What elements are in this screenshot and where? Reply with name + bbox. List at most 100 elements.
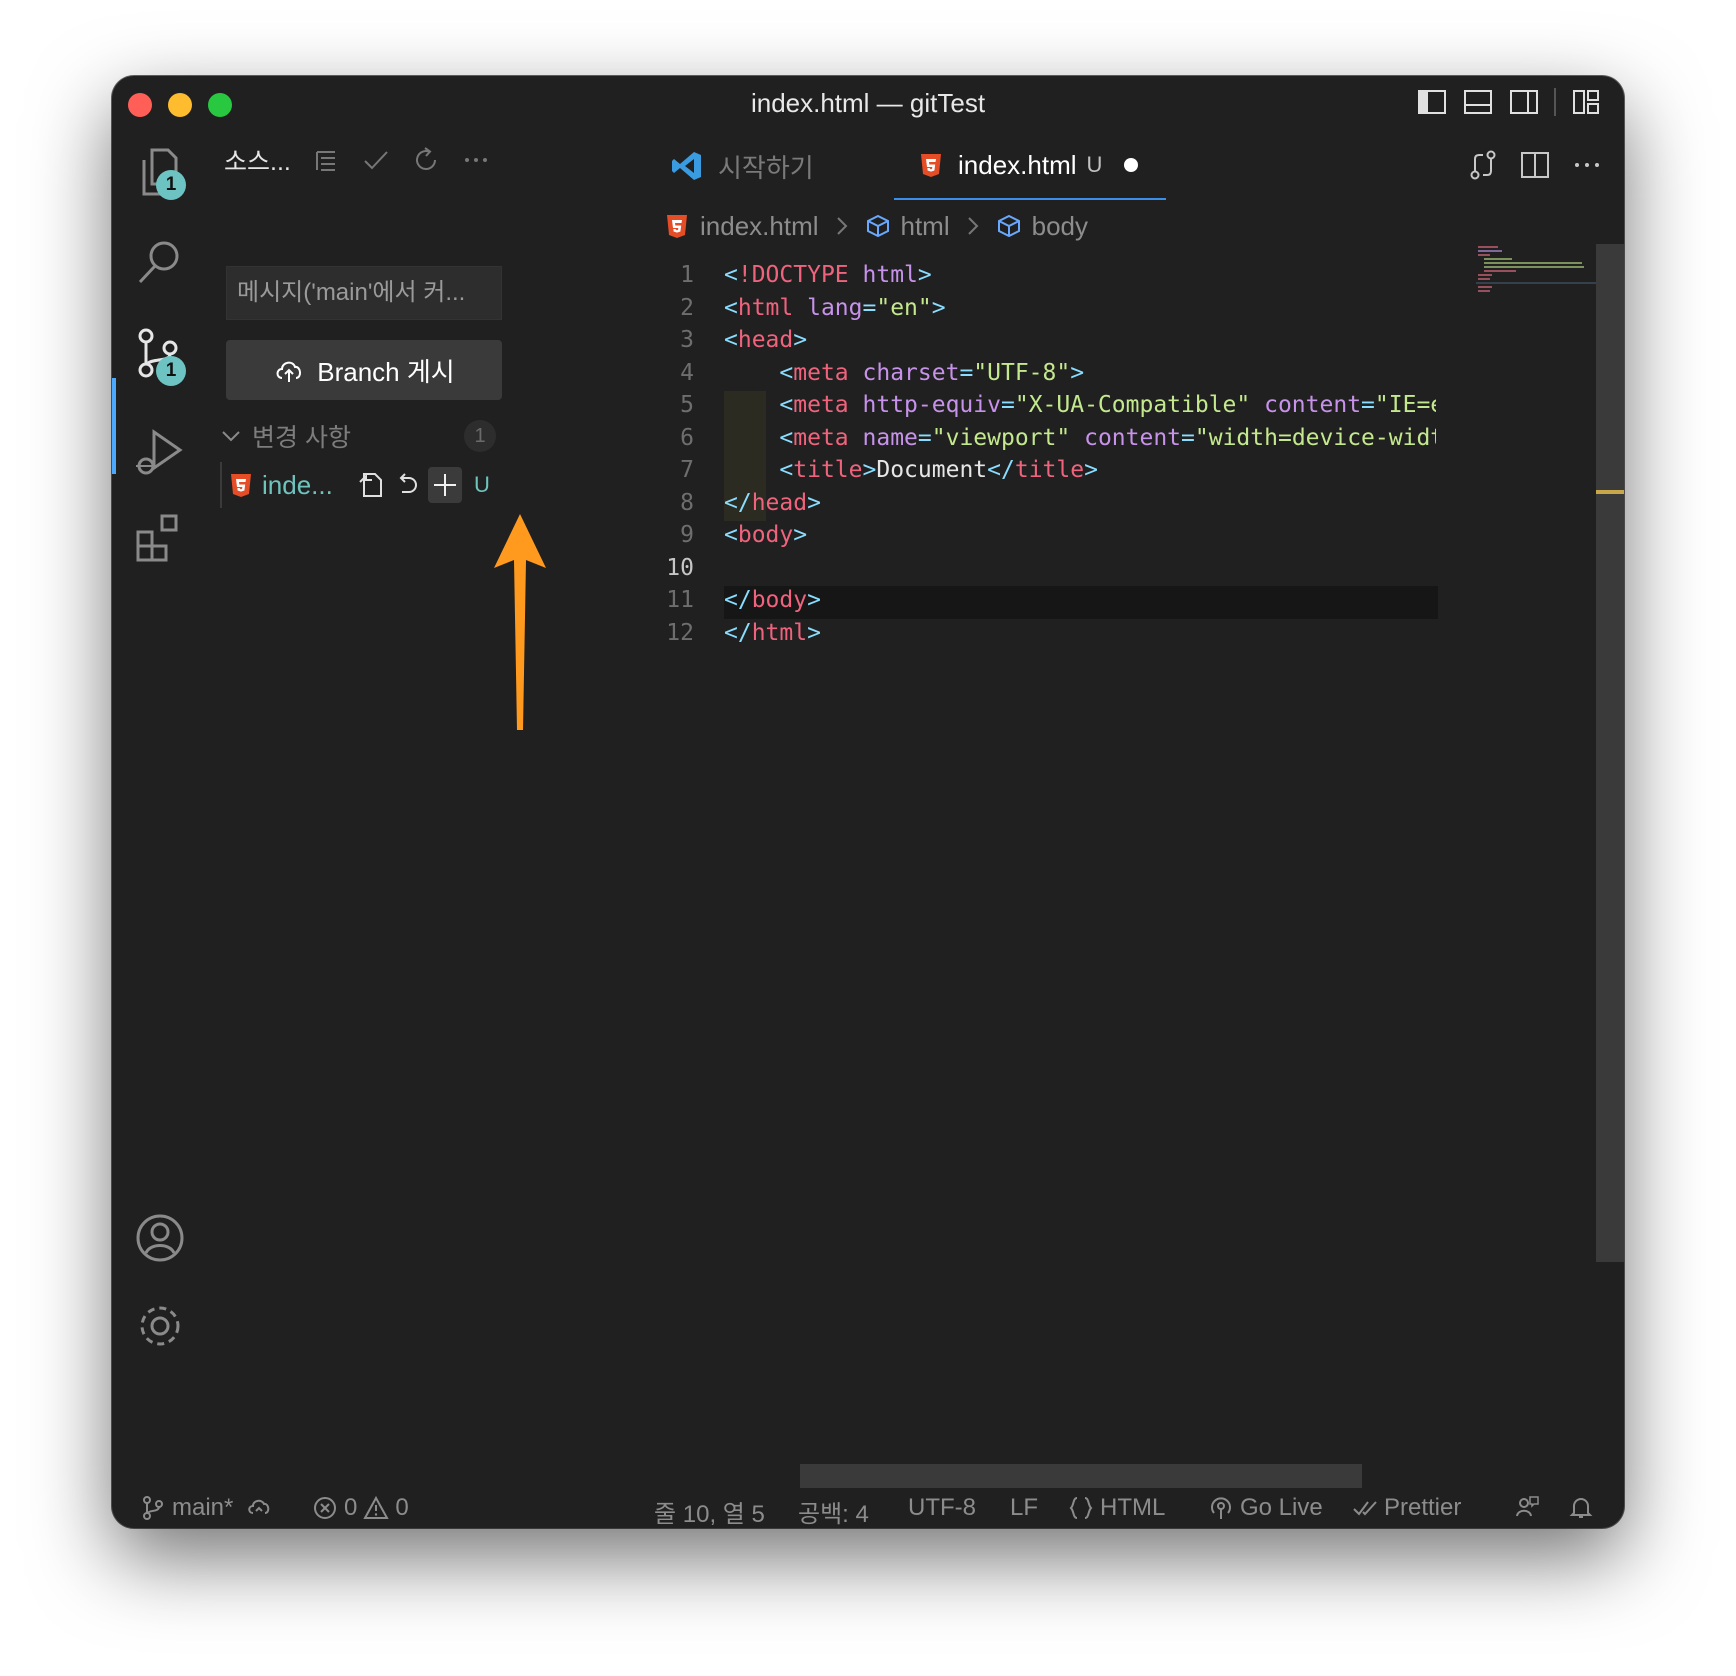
code-line[interactable]: </html> [724, 620, 1436, 646]
bell-icon [1569, 1498, 1593, 1518]
toggle-secondary-sidebar-icon[interactable] [1508, 86, 1540, 118]
commit-check-icon[interactable] [361, 145, 391, 175]
publish-status[interactable] [246, 1494, 272, 1520]
changes-count-badge: 1 [464, 420, 496, 452]
accounts-activity[interactable] [132, 1210, 188, 1266]
code-line[interactable]: <head> [724, 327, 1436, 353]
double-check-icon [1353, 1501, 1377, 1516]
tab-welcome-label: 시작하기 [718, 152, 814, 183]
more-actions-icon[interactable] [1570, 148, 1604, 182]
line-number: 4 [680, 359, 694, 386]
open-changes-icon[interactable] [1466, 148, 1500, 182]
file-inline-actions [356, 467, 462, 503]
source-control-activity[interactable]: 1 [132, 326, 188, 386]
source-control-sidebar: 소스... 메시지('main'에서 커... Branch 게시 변경 사항 … [204, 132, 644, 1472]
refresh-icon[interactable] [411, 145, 441, 175]
code-line[interactable]: </body> [724, 587, 1436, 613]
window-title: index.html — gitTest [750, 88, 986, 118]
extensions-icon [136, 514, 178, 562]
line-number: 6 [680, 424, 694, 451]
line-number: 3 [680, 327, 694, 353]
tab-index-label: index.html [958, 149, 1077, 180]
go-live-button[interactable]: Go Live [1208, 1494, 1323, 1522]
eol-status[interactable]: LF [1010, 1494, 1038, 1522]
line-number: 12 [666, 619, 694, 646]
minimap[interactable] [1476, 244, 1596, 294]
activity-bar: 1 1 [112, 132, 204, 1472]
customize-layout-icon[interactable] [1570, 86, 1602, 118]
prettier-status[interactable]: Prettier [1352, 1494, 1461, 1522]
breadcrumb-body[interactable]: body [1032, 211, 1088, 242]
chevron-down-icon [222, 431, 240, 442]
notifications-button[interactable] [1568, 1494, 1594, 1520]
toggle-panel-icon[interactable] [1462, 86, 1494, 118]
sidebar-title: 소스... [224, 148, 291, 176]
stage-changes-button[interactable] [428, 467, 462, 503]
active-indicator [112, 378, 116, 474]
code-line[interactable]: </head> [724, 490, 1436, 516]
vscode-logo-icon [672, 152, 701, 180]
changes-group-header[interactable]: 변경 사항 1 [218, 414, 504, 458]
view-as-tree-icon[interactable] [311, 145, 341, 175]
feedback-button[interactable] [1514, 1494, 1540, 1520]
code-line[interactable]: <meta http-equiv="X-UA-Compatible" conte… [724, 392, 1436, 418]
file-status-untracked: U [474, 472, 490, 497]
code-line[interactable]: <meta name="viewport" content="width=dev… [724, 425, 1436, 451]
cloud-upload-icon [276, 361, 302, 382]
plus-icon [434, 474, 456, 496]
code-line[interactable]: <meta charset="UTF-8"> [724, 360, 1436, 386]
breadcrumb-file[interactable]: index.html [700, 211, 819, 242]
branch-status[interactable]: main* [140, 1494, 233, 1522]
code-line[interactable]: <!DOCTYPE html> [724, 262, 1436, 288]
more-actions-icon[interactable] [461, 145, 491, 175]
discard-changes-icon[interactable] [392, 470, 422, 500]
encoding-status[interactable]: UTF-8 [908, 1494, 976, 1522]
tab-welcome[interactable]: 시작하기 [644, 132, 870, 200]
code-line[interactable]: <title>Document</title> [724, 457, 1436, 483]
line-number: 9 [680, 522, 694, 548]
prettier-label: Prettier [1384, 1494, 1462, 1521]
gear-icon [140, 1306, 180, 1346]
explorer-activity[interactable]: 1 [132, 144, 188, 200]
indentation-status[interactable]: 공백: 4 [798, 1494, 869, 1528]
run-debug-activity[interactable] [132, 424, 188, 480]
unsaved-dot-icon[interactable] [1124, 158, 1139, 172]
commit-message-input[interactable]: 메시지('main'에서 커... [226, 266, 502, 320]
vertical-scrollbar[interactable] [1596, 244, 1624, 1262]
horizontal-scrollbar[interactable] [800, 1464, 1362, 1488]
source-control-badge: 1 [156, 356, 186, 386]
code-line[interactable]: <html lang="en"> [724, 295, 1436, 321]
branch-name: main* [172, 1494, 234, 1521]
explorer-badge: 1 [156, 170, 186, 200]
code-editor[interactable]: 1 2 3 4 5 6 7 8 9 10 11 12 <!DOCTYPE html> <html lan… [644, 248, 1584, 1428]
vscode-window: index.html — gitTest 1 1 소스... 메시지('main… [112, 76, 1624, 1528]
symbol-element-icon [997, 214, 1020, 238]
layout-controls [1416, 86, 1602, 118]
line-number: 2 [680, 294, 694, 321]
problems-status[interactable]: 0 0 [312, 1494, 409, 1522]
title-bar: index.html — gitTest [112, 76, 1624, 132]
manage-activity[interactable] [132, 1298, 188, 1354]
code-line[interactable]: <body> [724, 522, 1436, 548]
symbol-element-icon [866, 214, 889, 238]
changed-file-item[interactable]: inde... U [218, 462, 506, 508]
line-number: 5 [680, 392, 694, 418]
search-icon [138, 241, 179, 284]
run-debug-icon [136, 429, 183, 475]
toggle-primary-sidebar-icon[interactable] [1416, 86, 1448, 118]
language-mode[interactable]: HTML [1068, 1494, 1165, 1522]
publish-branch-button[interactable]: Branch 게시 [226, 340, 502, 400]
changes-label: 변경 사항 [252, 424, 351, 452]
search-activity[interactable] [132, 234, 188, 290]
editor-tabs: 시작하기 index.html U [644, 132, 1624, 200]
breadcrumb-html[interactable]: html [901, 211, 950, 242]
extensions-activity[interactable] [132, 510, 188, 566]
breadcrumb: index.html html body [664, 206, 1088, 246]
sidebar-header: 소스... [224, 142, 491, 178]
cursor-position[interactable]: 줄 10, 열 5 [654, 1494, 765, 1528]
language-label: HTML [1100, 1494, 1166, 1521]
open-file-icon[interactable] [356, 470, 386, 500]
tab-index-html[interactable]: index.html U [894, 132, 1166, 200]
chevron-right-icon [967, 217, 979, 235]
split-editor-icon[interactable] [1518, 148, 1552, 182]
